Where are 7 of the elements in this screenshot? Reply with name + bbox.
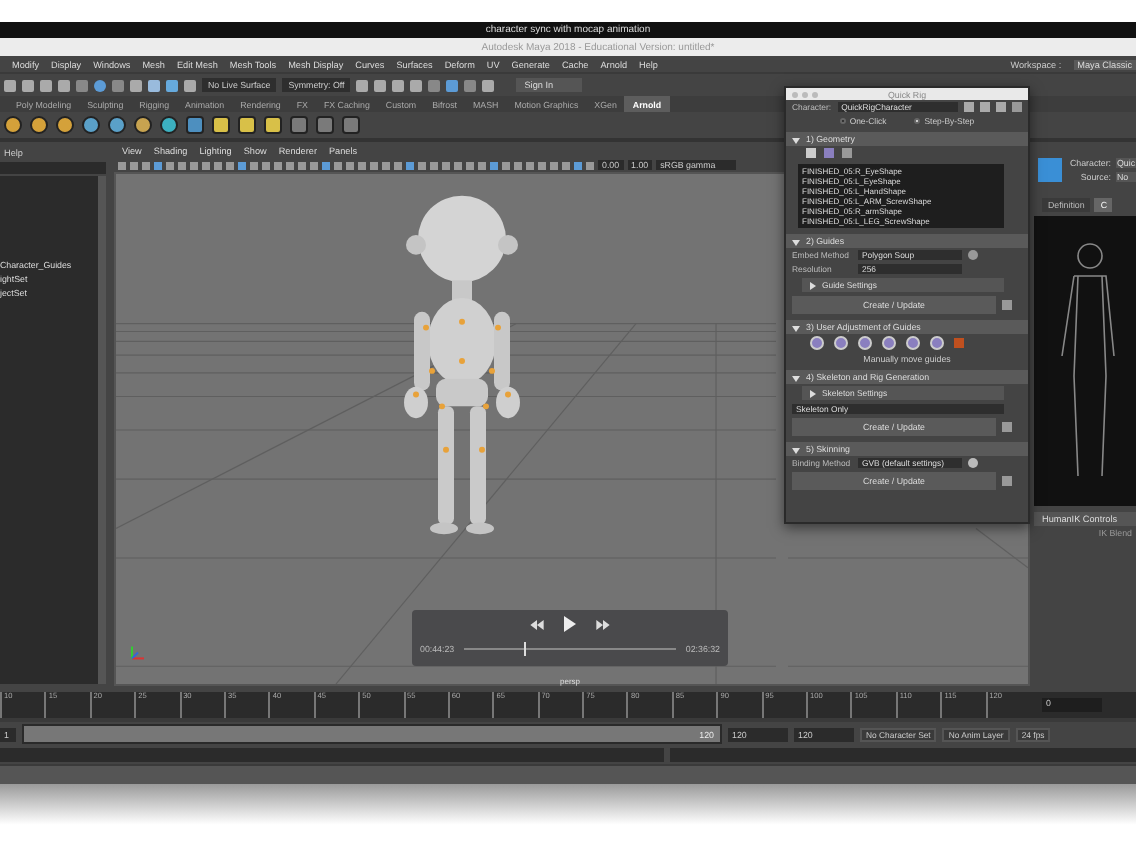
- color-swatch[interactable]: [954, 338, 964, 348]
- command-line-field[interactable]: [0, 748, 665, 762]
- play-icon[interactable]: [564, 616, 576, 632]
- rewind-icon[interactable]: [530, 619, 544, 629]
- axis-gizmo-icon: [131, 645, 145, 660]
- fast-forward-icon[interactable]: [596, 619, 610, 629]
- outliner-filter-field[interactable]: [0, 162, 106, 174]
